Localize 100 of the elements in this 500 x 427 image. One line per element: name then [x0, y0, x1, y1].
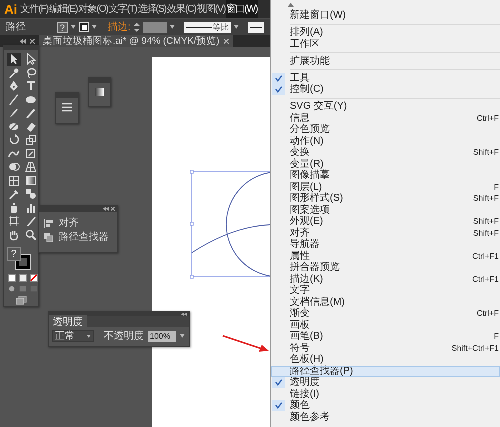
- panel-item[interactable]: 对齐: [39, 216, 85, 230]
- tool-button[interactable]: [6, 188, 20, 200]
- stroke-label[interactable]: 描边:: [108, 20, 131, 34]
- magic-wand-icon: [8, 66, 20, 78]
- menu-item[interactable]: 色板(H): [271, 354, 500, 366]
- tool-button[interactable]: [24, 106, 38, 120]
- menu-item[interactable]: 外观(E) Shift+F: [271, 216, 500, 228]
- menu-item[interactable]: 扩展功能: [271, 56, 500, 67]
- menu-item[interactable]: 控制(C): [271, 84, 500, 96]
- menu-item[interactable]: 属性 Ctrl+F1: [271, 250, 500, 262]
- menu-item[interactable]: 新建窗口(W): [271, 10, 500, 22]
- menu-item[interactable]: 对象(O): [78, 0, 109, 18]
- close-icon[interactable]: [111, 207, 115, 211]
- caret-icon[interactable]: [180, 334, 185, 338]
- gradient-swatch-icon[interactable]: [19, 274, 27, 282]
- menu-item[interactable]: SVG 交互(Y): [271, 101, 500, 112]
- stroke-profile-dropdown[interactable]: 等比: [184, 22, 231, 32]
- menu-item[interactable]: 文档信息(M): [271, 296, 500, 308]
- tool-button[interactable]: [6, 66, 20, 79]
- tool-button[interactable]: [6, 174, 20, 187]
- caret-icon[interactable]: [170, 25, 175, 29]
- tool-button[interactable]: [6, 214, 20, 228]
- eyedropper-icon: [8, 188, 20, 200]
- tool-button[interactable]: [6, 93, 20, 106]
- menu-item[interactable]: 图像描摹: [271, 170, 500, 182]
- panel-tab[interactable]: 透明度: [49, 314, 87, 328]
- color-swatch-icon[interactable]: [8, 274, 16, 282]
- fill-button[interactable]: ?: [57, 22, 68, 32]
- menu-item[interactable]: 渐变 Ctrl+F: [271, 308, 500, 320]
- gradient-swatch-icon[interactable]: [95, 88, 104, 96]
- menu-item[interactable]: 描边(K) Ctrl+F1: [271, 274, 500, 285]
- menu-item[interactable]: 变量(R): [271, 158, 500, 170]
- caret-icon[interactable]: [234, 25, 239, 29]
- mesh-icon: [8, 174, 20, 186]
- menu-item[interactable]: 颜色参考: [271, 412, 500, 423]
- collapse-icon[interactable]: [103, 207, 109, 211]
- menu-item[interactable]: 信息 Ctrl+F: [271, 112, 500, 124]
- menu-item[interactable]: 图形样式(S) Shift+F: [271, 193, 500, 204]
- menu-item[interactable]: 文字(T): [108, 0, 138, 18]
- menu-item[interactable]: 图案选项: [271, 204, 500, 216]
- caret-icon: [87, 334, 91, 338]
- menu-item[interactable]: 文件(F): [20, 0, 49, 18]
- close-icon[interactable]: [224, 38, 229, 44]
- menu-item[interactable]: 编辑(E): [48, 0, 78, 18]
- menu-item[interactable]: 图层(L) F: [271, 182, 500, 193]
- tool-button[interactable]: [24, 160, 38, 174]
- brush-dropdown[interactable]: [248, 22, 264, 32]
- scroll-up-icon[interactable]: [288, 3, 294, 7]
- list-icon[interactable]: [62, 103, 72, 112]
- tool-button[interactable]: [24, 134, 38, 146]
- menu-item[interactable]: 透明度: [271, 377, 500, 388]
- menu-item[interactable]: 导航器: [271, 239, 500, 250]
- tool-button[interactable]: [24, 188, 38, 200]
- close-icon[interactable]: [30, 38, 35, 44]
- menu-item[interactable]: 窗口(W): [226, 0, 258, 18]
- direct-selection-icon: [24, 53, 36, 65]
- draw-normal-icon[interactable]: [8, 285, 16, 294]
- menu-item[interactable]: 变换 Shift+F: [271, 147, 500, 158]
- stroke-weight-field[interactable]: [142, 22, 167, 32]
- ellipse-icon: [24, 94, 36, 106]
- menu-item[interactable]: 工作区: [271, 38, 500, 50]
- hand-icon: [8, 228, 20, 240]
- eraser-icon: [24, 120, 36, 132]
- screen-mode-icon[interactable]: [16, 296, 27, 305]
- document-tab[interactable]: 桌面垃圾桶图标.ai* @ 94% (CMYK/预览): [39, 35, 233, 47]
- tool-button[interactable]: [24, 147, 38, 160]
- opacity-label: 不透明度: [104, 330, 144, 343]
- tool-button[interactable]: [24, 228, 38, 241]
- panel-item[interactable]: 路径查找器: [39, 230, 115, 244]
- spinner-icon[interactable]: [134, 22, 140, 32]
- blend-mode-dropdown[interactable]: 正常: [52, 330, 94, 342]
- type-tool-icon: [24, 80, 36, 92]
- menu-item[interactable]: 效果(C): [166, 0, 197, 18]
- opacity-field[interactable]: 100%: [148, 330, 176, 342]
- menu-item[interactable]: 排列(A): [271, 27, 500, 38]
- tool-button[interactable]: [6, 52, 20, 66]
- menu-item[interactable]: 选择(S): [137, 0, 167, 18]
- menu-item[interactable]: 画笔(B) F: [271, 331, 500, 342]
- column-graph-icon: [24, 202, 36, 214]
- menu-item[interactable]: 动作(N): [271, 136, 500, 147]
- menu-item[interactable]: 画板: [271, 320, 500, 331]
- menu-item[interactable]: 对齐 Shift+F: [271, 228, 500, 239]
- shape-builder-icon: [8, 161, 20, 173]
- menu-item[interactable]: 视图(V): [196, 0, 226, 18]
- none-swatch-icon[interactable]: [30, 274, 38, 282]
- caret-icon[interactable]: [71, 25, 76, 29]
- menu-item[interactable]: 符号 Shift+Ctrl+F1: [271, 342, 500, 354]
- tool-button[interactable]: [24, 174, 38, 187]
- menu-item[interactable]: 分色预览: [271, 124, 500, 136]
- menu-item[interactable]: 拼合器预览: [271, 262, 500, 274]
- tool-button[interactable]: [6, 160, 20, 174]
- collapse-icon[interactable]: [181, 312, 187, 316]
- menu-item[interactable]: 工具: [271, 72, 500, 84]
- caret-icon[interactable]: [92, 25, 97, 29]
- menu-item[interactable]: 链接(I): [271, 388, 500, 400]
- pencil-icon: [24, 107, 36, 119]
- menu-item[interactable]: 颜色: [271, 400, 500, 412]
- menu-item[interactable]: 文字: [271, 285, 500, 296]
- fill-swatch[interactable]: ?: [7, 247, 21, 262]
- brush-icon: [8, 107, 20, 119]
